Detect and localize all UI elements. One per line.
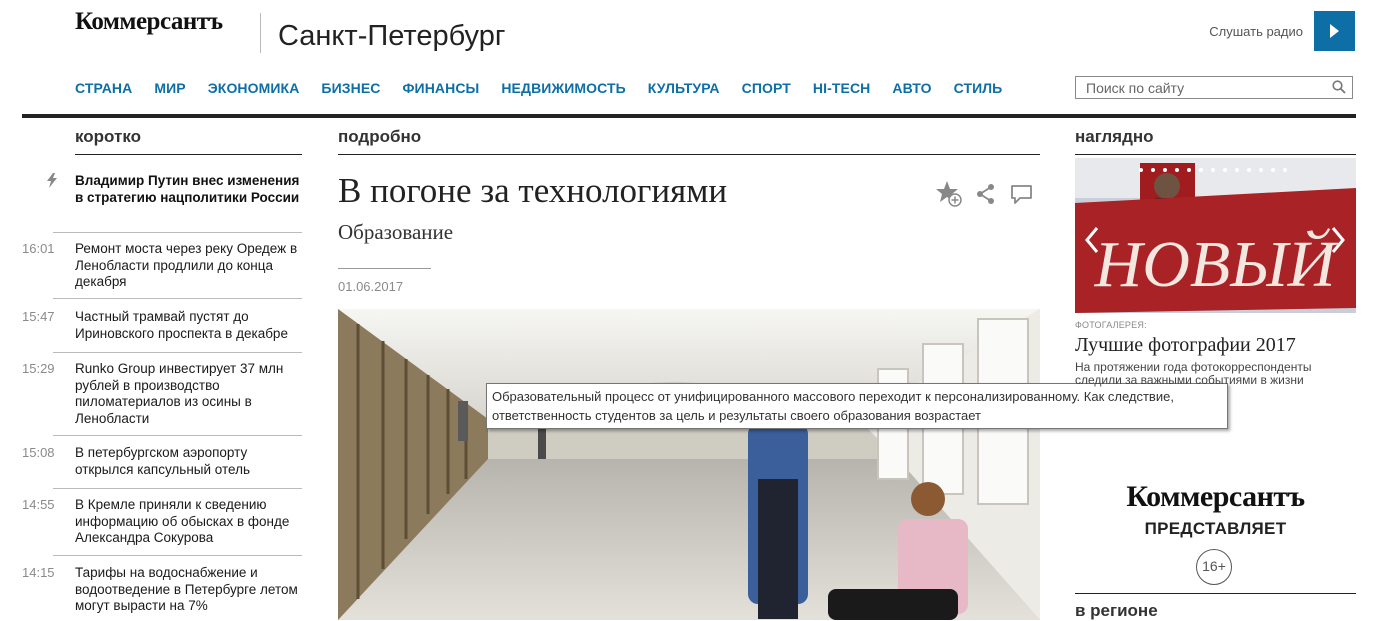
search-input[interactable] xyxy=(1086,79,1326,96)
article-photo[interactable] xyxy=(338,309,1040,620)
nav-item-nedvizhimost[interactable]: НЕДВИЖИМОСТЬ xyxy=(501,80,625,96)
section-rule-short xyxy=(75,154,302,155)
news-text[interactable]: В петербургском аэропорту открылся капсу… xyxy=(75,445,303,478)
gallery-label: ФОТОГАЛЕРЕЯ: xyxy=(1075,320,1147,330)
promo-logo[interactable]: Коммерсантъ xyxy=(1075,480,1356,514)
news-time: 14:15 xyxy=(22,565,55,580)
news-text[interactable]: Runko Group инвестирует 37 млн рублей в … xyxy=(75,361,303,427)
section-rule-detailed xyxy=(338,154,1040,155)
header-rule xyxy=(22,114,1356,118)
share-icon[interactable] xyxy=(975,183,997,205)
corridor-photo-image xyxy=(338,309,1040,620)
news-time: 15:47 xyxy=(22,309,55,324)
gallery-title[interactable]: Лучшие фотографии 2017 xyxy=(1075,334,1296,357)
site-logo[interactable]: Коммерсантъ xyxy=(75,8,223,36)
radio-play-button[interactable] xyxy=(1314,11,1355,51)
gallery-description[interactable]: На протяжении года фотокорреспонденты сл… xyxy=(1075,361,1353,387)
nav-item-kultura[interactable]: КУЛЬТУРА xyxy=(648,80,720,96)
nav-item-hitech[interactable]: HI-TECH xyxy=(813,80,870,96)
favorite-add-icon[interactable] xyxy=(935,180,963,208)
nav-item-mir[interactable]: МИР xyxy=(154,80,185,96)
nav-item-biznes[interactable]: БИЗНЕС xyxy=(321,80,380,96)
section-head-short[interactable]: коротко xyxy=(75,127,141,147)
news-text[interactable]: Частный трамвай пустят до Ириновского пр… xyxy=(75,309,303,342)
nav-item-sport[interactable]: СПОРТ xyxy=(742,80,791,96)
gallery-image[interactable]: НОВЫЙ xyxy=(1075,158,1356,313)
news-divider xyxy=(53,555,302,556)
comment-icon[interactable] xyxy=(1010,184,1034,206)
nav-item-stil[interactable]: СТИЛЬ xyxy=(954,80,1003,96)
section-head-detailed[interactable]: подробно xyxy=(338,127,421,147)
news-divider xyxy=(53,298,302,299)
news-time: 15:08 xyxy=(22,445,55,460)
news-time: 14:55 xyxy=(22,497,55,512)
news-time: 16:01 xyxy=(22,241,55,256)
section-rule-visual xyxy=(1075,154,1356,155)
promo-subtitle: ПРЕДСТАВЛЯЕТ xyxy=(1144,519,1287,538)
article-title[interactable]: В погоне за технологиями xyxy=(338,171,727,211)
featured-news[interactable]: Владимир Путин внес изменения в стратеги… xyxy=(75,173,303,206)
main-nav: СТРАНА МИР ЭКОНОМИКА БИЗНЕС ФИНАНСЫ НЕДВ… xyxy=(75,80,1024,96)
search-box xyxy=(1075,76,1353,99)
lightning-icon xyxy=(47,173,57,188)
search-icon[interactable] xyxy=(1332,80,1346,94)
nav-item-strana[interactable]: СТРАНА xyxy=(75,80,132,96)
nav-item-finansy[interactable]: ФИНАНСЫ xyxy=(402,80,479,96)
news-divider xyxy=(53,352,302,353)
city-title[interactable]: Санкт-Петербург xyxy=(278,20,505,53)
news-divider xyxy=(53,488,302,489)
news-divider xyxy=(53,435,302,436)
gallery-banner-photo: НОВЫЙ xyxy=(1075,158,1356,313)
nav-item-ekonomika[interactable]: ЭКОНОМИКА xyxy=(208,80,300,96)
section-head-visual[interactable]: наглядно xyxy=(1075,127,1154,147)
radio-label[interactable]: Слушать радио xyxy=(1130,24,1303,39)
section-rule-region xyxy=(1075,593,1356,594)
news-text[interactable]: В Кремле приняли к сведению информацию о… xyxy=(75,497,303,547)
nav-item-avto[interactable]: АВТО xyxy=(892,80,931,96)
age-rating-badge: 16+ xyxy=(1196,549,1232,585)
news-text[interactable]: Тарифы на водоснабжение и водоотведение … xyxy=(75,565,303,615)
section-head-region[interactable]: в регионе xyxy=(1075,601,1158,621)
image-tooltip: Образовательный процесс от унифицированн… xyxy=(486,383,1228,429)
article-rule xyxy=(338,268,431,269)
article-rubric[interactable]: Образование xyxy=(338,220,453,245)
news-time: 15:29 xyxy=(22,361,55,376)
news-divider xyxy=(53,232,302,233)
article-date: 01.06.2017 xyxy=(338,279,404,294)
logo-divider xyxy=(260,13,261,53)
play-icon xyxy=(1330,24,1339,38)
svg-text:НОВЫЙ: НОВЫЙ xyxy=(1094,228,1339,301)
news-text[interactable]: Ремонт моста через реку Оредеж в Ленобла… xyxy=(75,241,303,291)
